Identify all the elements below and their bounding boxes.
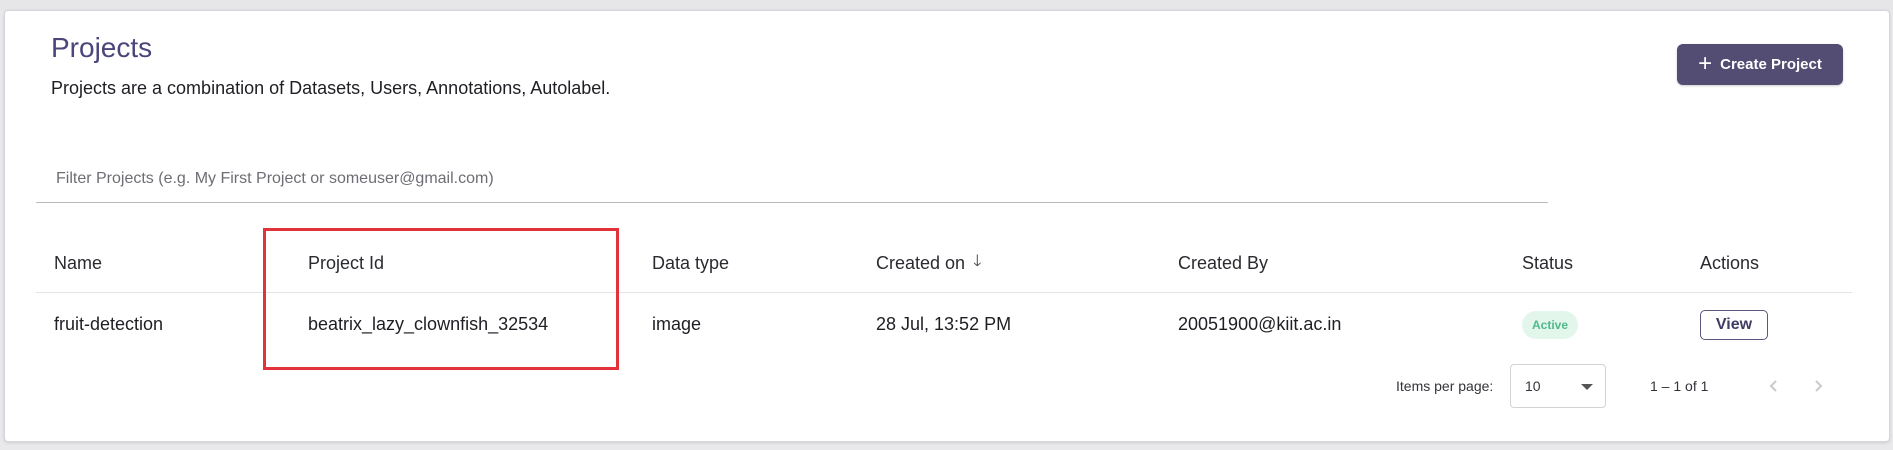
column-header-data-type[interactable]: Data type [652,234,729,292]
create-project-button[interactable]: + Create Project [1677,44,1843,85]
cell-actions: View [1700,293,1768,356]
chevron-left-icon [1769,380,1777,392]
status-badge: Active [1522,310,1579,339]
cell-name: fruit-detection [54,314,164,334]
items-per-page-value: 10 [1525,378,1541,394]
column-header-name[interactable]: Name [54,234,102,292]
column-header-project-id[interactable]: Project Id [308,234,384,292]
top-strip [0,0,1893,10]
column-header-actions: Actions [1700,252,1760,273]
filter-field [36,158,1568,203]
view-button[interactable]: View [1700,309,1768,340]
cell-project-id: beatrix_lazy_clownfish_32534 [308,314,549,334]
previous-page-button[interactable] [1762,374,1786,398]
items-per-page-label: Items per page: [1396,378,1494,394]
range-label: 1 – 1 of 1 [1650,378,1709,394]
caret-down-icon [1581,384,1593,390]
table-header: Name Project Id Data type Created on 🡓 C… [36,234,1852,293]
paginator: Items per page: 10 1 – 1 of 1 [1390,364,1860,410]
items-per-page-select[interactable]: 10 [1510,364,1606,408]
filter-projects-input[interactable] [36,158,1568,200]
column-header-created-by[interactable]: Created By [1178,234,1268,292]
create-project-label: Create Project [1720,56,1822,73]
projects-table: Name Project Id Data type Created on 🡓 C… [36,234,1852,356]
page-title: Projects [51,32,153,63]
cell-status: Active [1522,293,1579,356]
column-header-created-on-label: Created on [876,252,966,273]
column-header-created-on[interactable]: Created on 🡓 [876,234,981,292]
next-page-button[interactable] [1806,374,1830,398]
table-row: fruit-detection beatrix_lazy_clownfish_3… [36,293,1852,356]
plus-icon: + [1698,49,1713,77]
page-subtitle: Projects are a combination of Datasets, … [51,78,611,98]
column-header-status[interactable]: Status [1522,234,1573,292]
cell-created-by: 20051900@kiit.ac.in [1178,314,1342,334]
cell-data-type: image [652,314,702,334]
chevron-right-icon [1815,380,1823,392]
arrow-down-icon: 🡓 [973,252,982,270]
cell-created-on: 28 Jul, 13:52 PM [876,314,1012,334]
